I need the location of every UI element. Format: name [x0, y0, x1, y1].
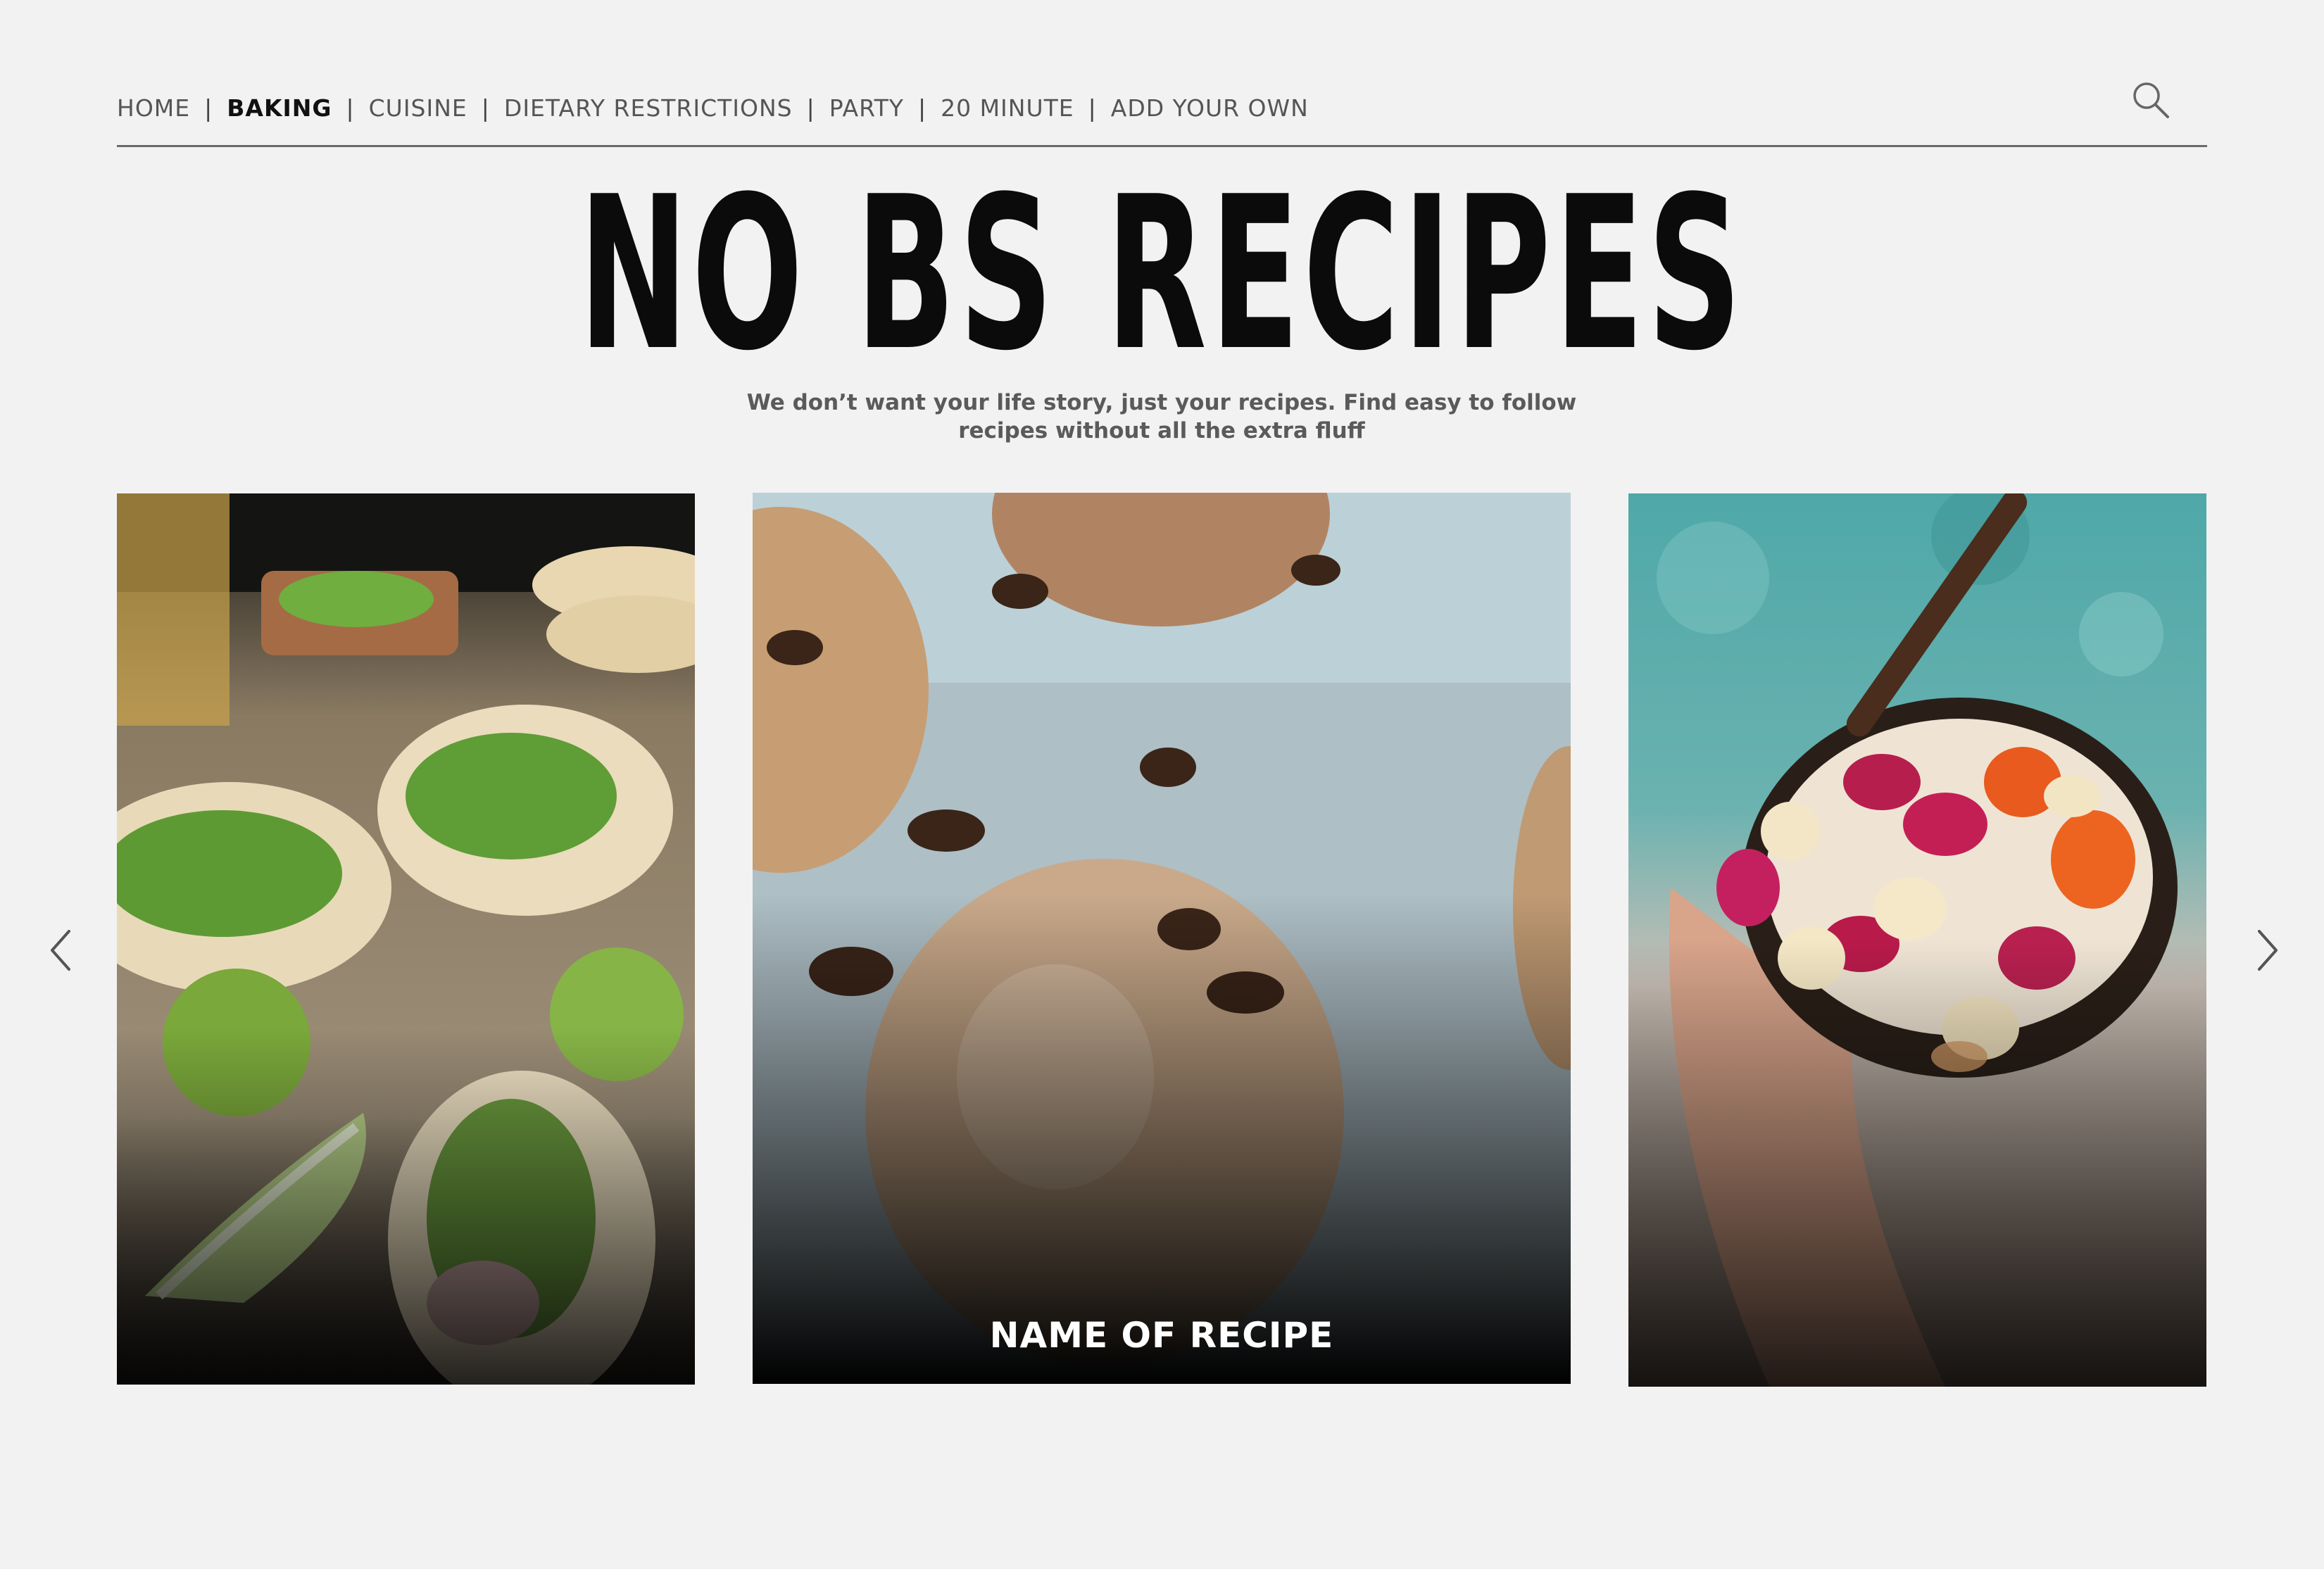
nav-separator: |	[481, 94, 490, 122]
recipe-name: NAME OF RECIPE	[989, 1315, 1334, 1356]
nav-item-dietary-restrictions[interactable]: DIETARY RESTRICTIONS	[504, 94, 793, 122]
smoothie-bowl-image	[1628, 493, 2206, 1387]
nav-item-party[interactable]: PARTY	[829, 94, 904, 122]
nav-separator: |	[204, 94, 213, 122]
cookies-image	[753, 493, 1571, 1384]
chevron-left-icon[interactable]	[44, 926, 79, 975]
nav-item-baking[interactable]: BAKING	[227, 94, 332, 122]
nav-divider	[117, 145, 2207, 147]
nav-item-cuisine[interactable]: CUISINE	[369, 94, 467, 122]
nav-separator: |	[806, 94, 815, 122]
nav-item-home[interactable]: HOME	[117, 94, 190, 122]
nav-separator: |	[1088, 94, 1097, 122]
main-nav: HOME | BAKING | CUISINE | DIETARY RESTRI…	[117, 83, 2088, 132]
recipe-card-smoothie-bowl[interactable]	[1628, 493, 2206, 1387]
page-title: NO BS RECIPES	[578, 151, 1745, 397]
nav-item-add-your-own[interactable]: ADD YOUR OWN	[1111, 94, 1309, 122]
nav-separator: |	[346, 94, 355, 122]
nav-item-20-minute[interactable]: 20 MINUTE	[941, 94, 1074, 122]
recipe-card-cookies[interactable]: NAME OF RECIPE	[753, 493, 1571, 1384]
chevron-right-icon[interactable]	[2249, 926, 2285, 975]
recipe-card-tacos[interactable]	[117, 493, 695, 1385]
tacos-image	[117, 493, 695, 1385]
search-icon[interactable]	[2130, 79, 2172, 121]
page-subtitle: We don’t want your life story, just your…	[704, 389, 1619, 445]
subtitle-line: recipes without all the extra fluff	[958, 418, 1365, 443]
subtitle-line: We don’t want your life story, just your…	[746, 390, 1577, 415]
nav-separator: |	[917, 94, 927, 122]
